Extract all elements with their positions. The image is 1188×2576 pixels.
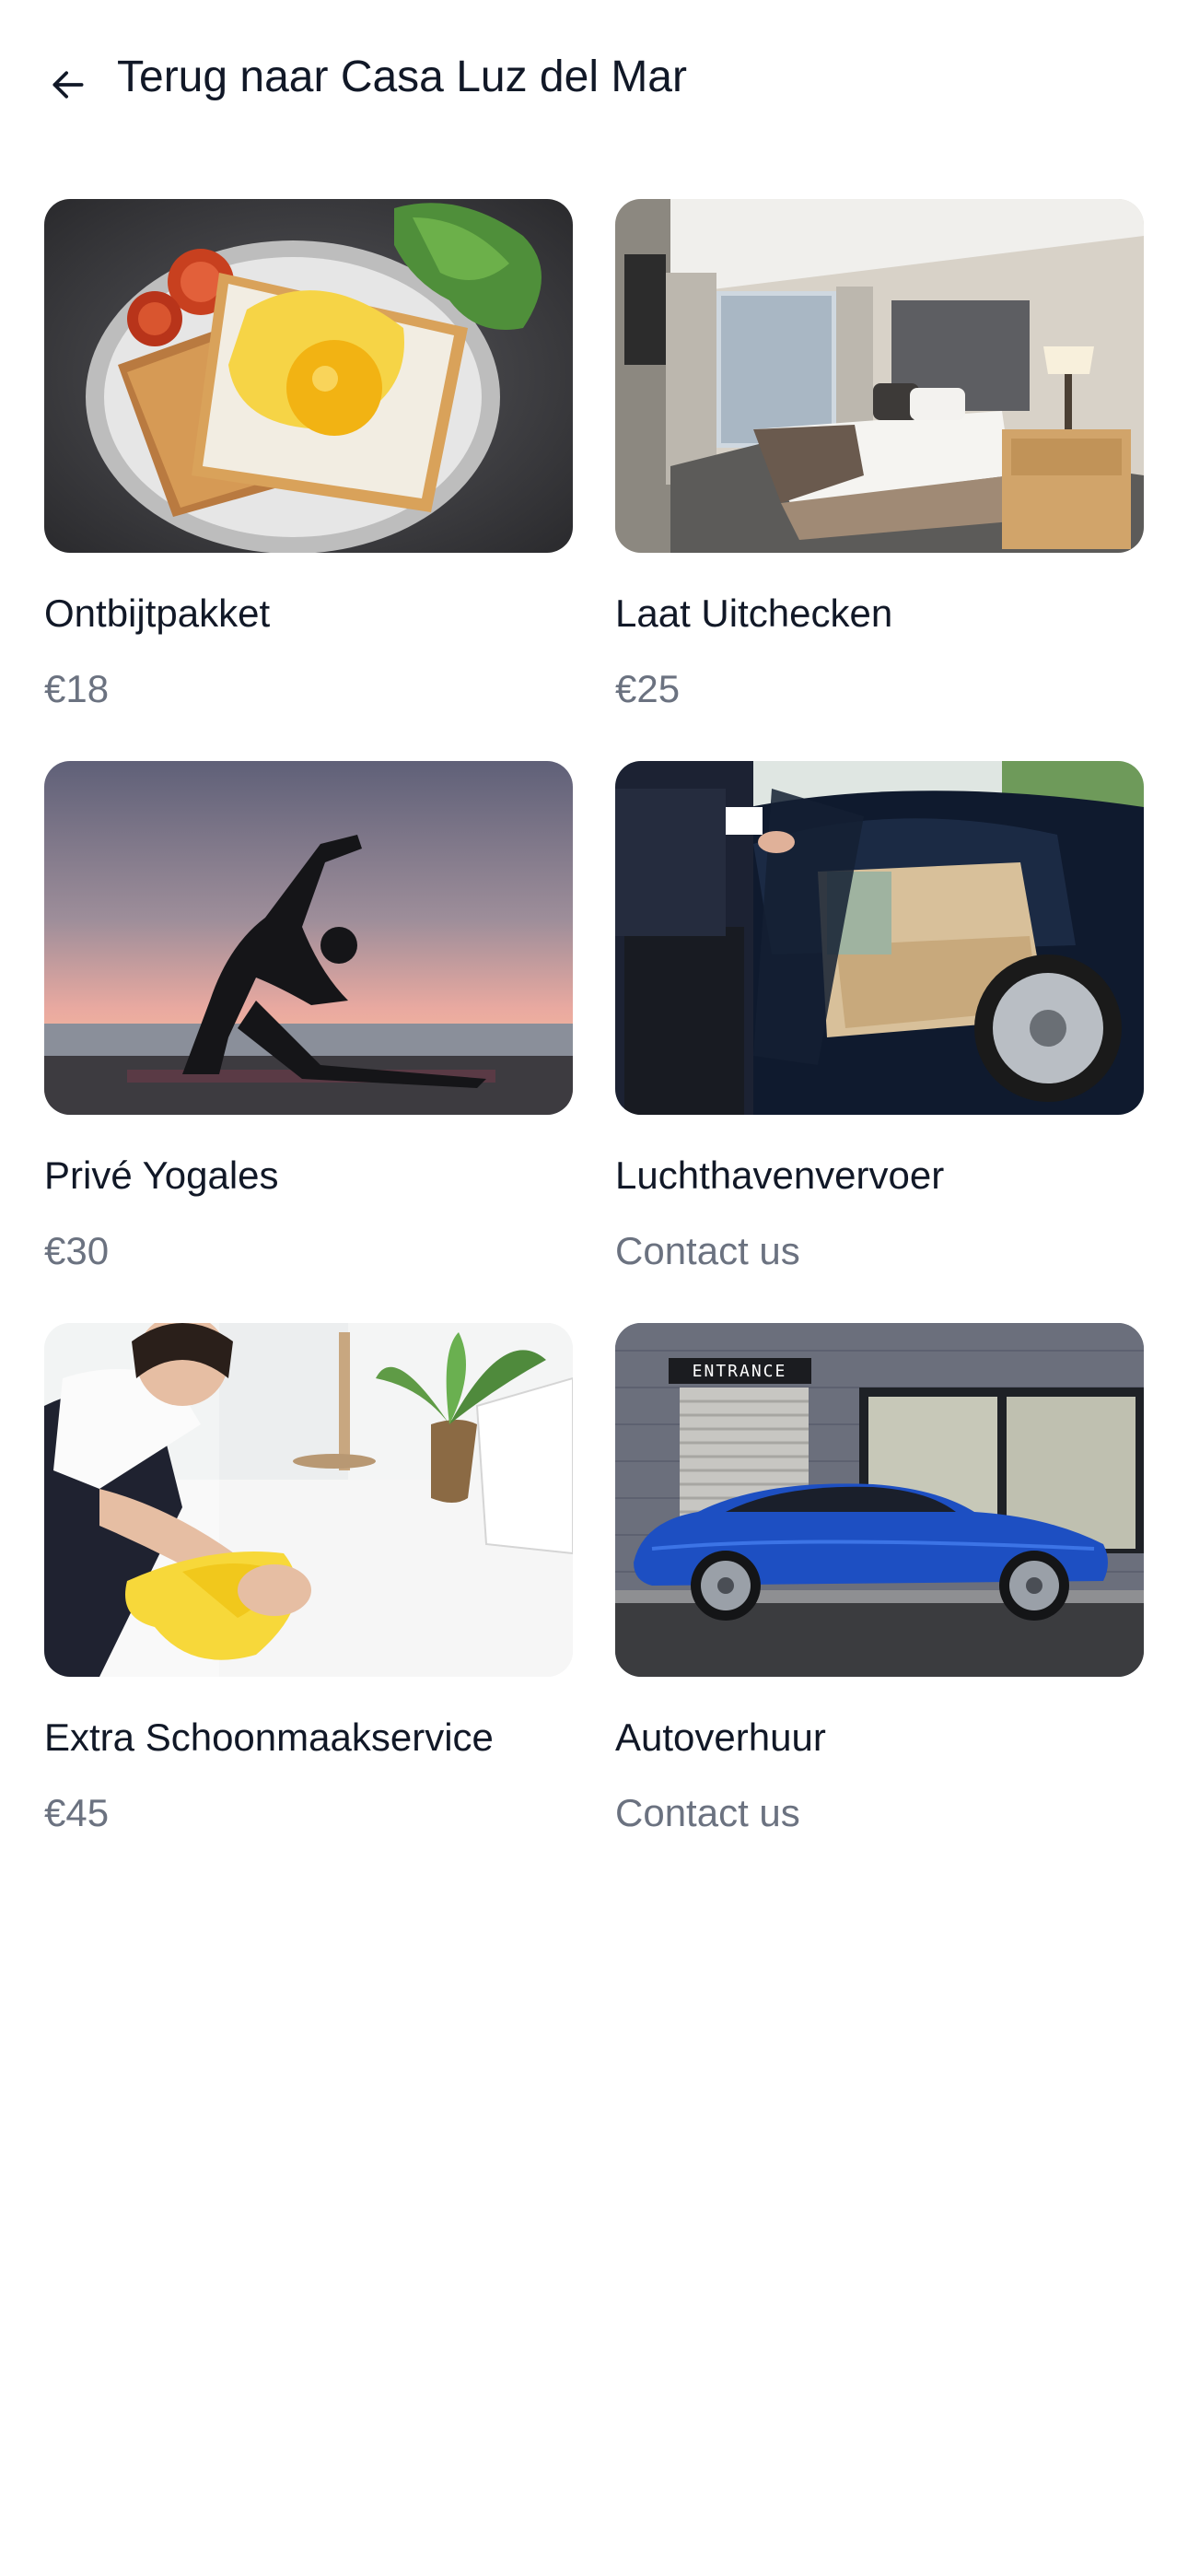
service-title: Privé Yogales — [44, 1153, 279, 1197]
service-card-cleaning[interactable]: Extra Schoonmaakservice €45 — [44, 1323, 573, 1839]
hotel-room-photo — [615, 199, 1144, 553]
service-card-late-checkout[interactable]: Laat Uitchecken €25 — [615, 199, 1144, 715]
service-title: Autoverhuur — [615, 1715, 826, 1759]
service-price: €18 — [44, 667, 110, 710]
page-title[interactable]: Terug naar Casa Luz del Mar — [117, 48, 687, 107]
entrance-sign: ENTRANCE — [693, 1362, 787, 1381]
service-title: Luchthavenvervoer — [615, 1153, 945, 1197]
service-price: Contact us — [615, 1791, 800, 1834]
chauffeur-car-photo — [615, 761, 1144, 1115]
service-price: €25 — [615, 667, 681, 710]
service-card-breakfast[interactable]: Ontbijtpakket €18 — [44, 199, 573, 715]
service-price: Contact us — [615, 1229, 800, 1272]
service-card-airport-transfer[interactable]: Luchthavenvervoer Contact us — [615, 761, 1144, 1277]
services-grid: Ontbijtpakket €18 Laat Uitchecken €25 Pr… — [44, 199, 1144, 1839]
service-title: Ontbijtpakket — [44, 591, 271, 635]
service-title: Laat Uitchecken — [615, 591, 893, 635]
blue-car-photo: ENTRANCE — [615, 1323, 1144, 1677]
service-card-yoga[interactable]: Privé Yogales €30 — [44, 761, 573, 1277]
service-price: €30 — [44, 1229, 110, 1272]
service-card-car-rental[interactable]: ENTRANCE Autoverhuur Contact us — [615, 1323, 1144, 1839]
arrow-left-icon — [52, 71, 84, 99]
cleaning-photo — [44, 1323, 573, 1677]
yoga-sunset-photo — [44, 761, 573, 1115]
back-button[interactable] — [37, 53, 99, 116]
service-title: Extra Schoonmaakservice — [44, 1715, 494, 1759]
breakfast-photo — [44, 199, 573, 553]
service-price: €45 — [44, 1791, 110, 1834]
header: Terug naar Casa Luz del Mar — [0, 0, 1188, 157]
